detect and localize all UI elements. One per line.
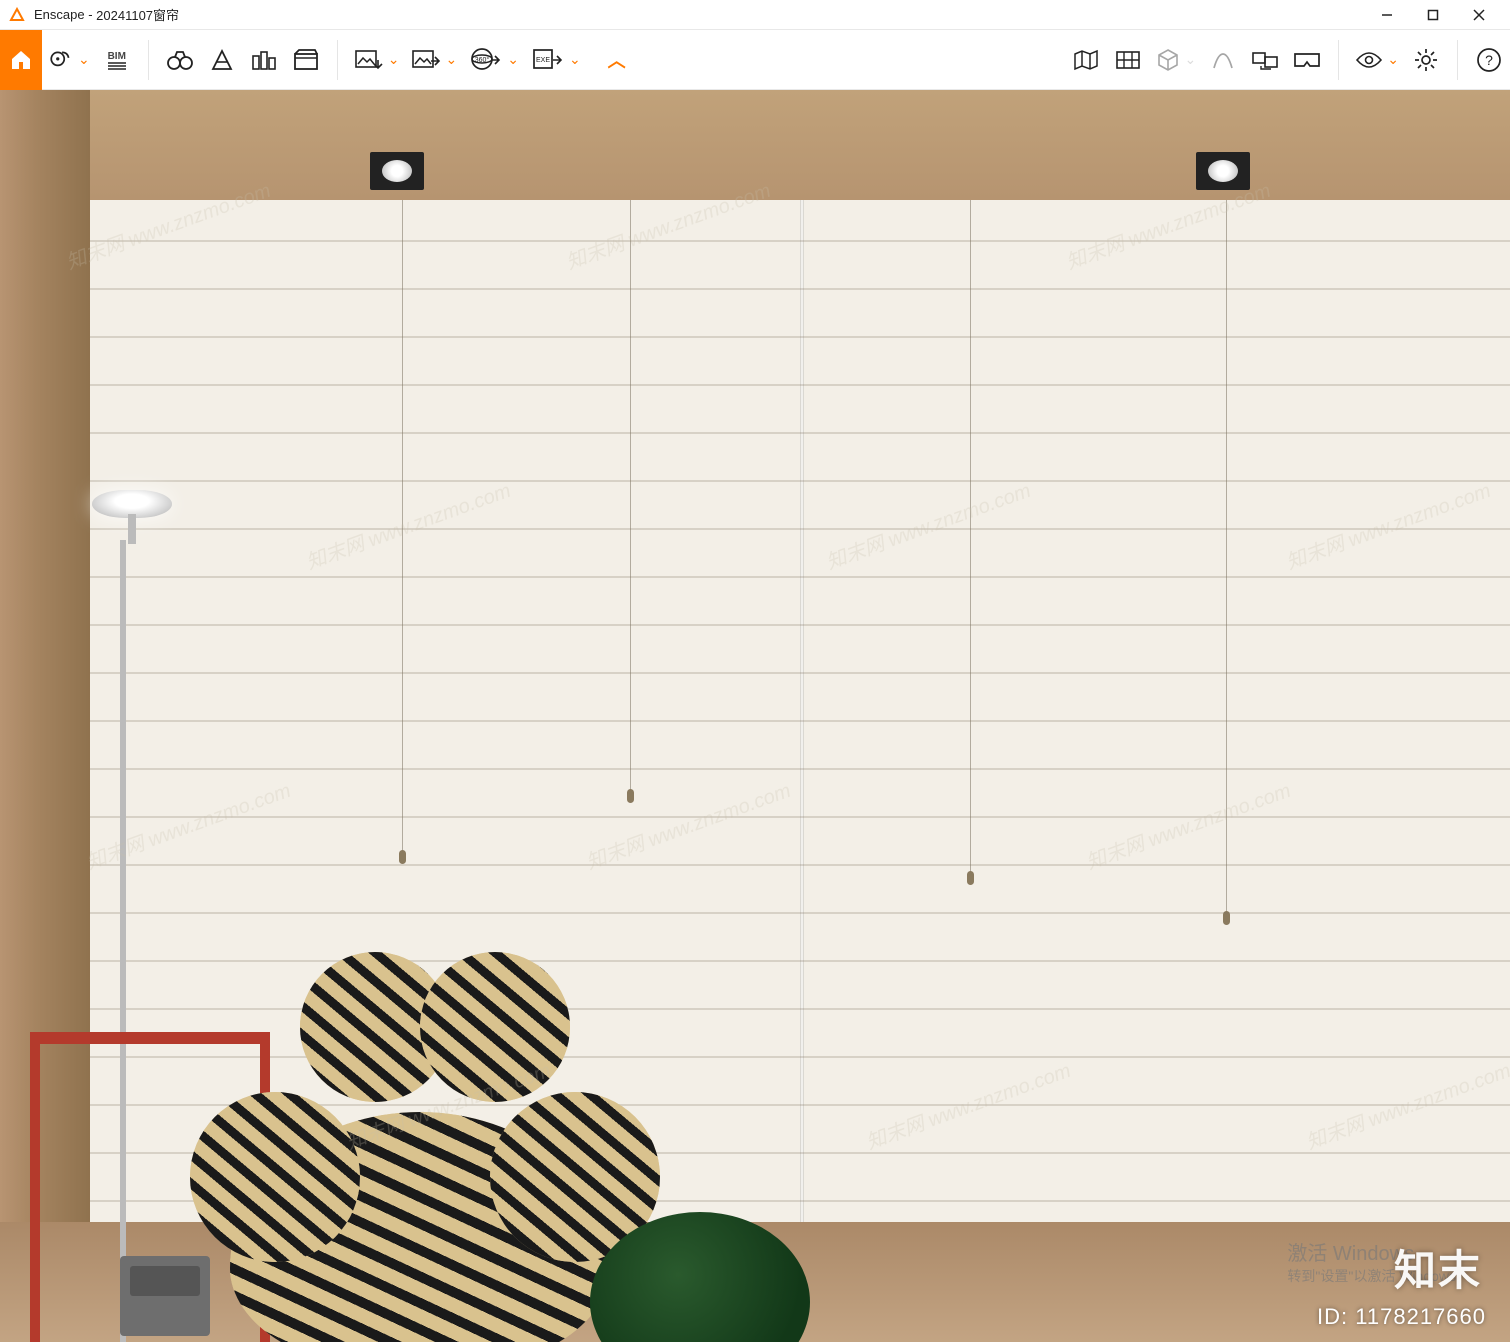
video-path-button[interactable] [285, 30, 327, 90]
app-window: Enscape - 20241107窗帘 ⌄ BIM [0, 0, 1510, 1342]
chevron-up-icon: ︿ [608, 47, 626, 73]
svg-text:360°: 360° [475, 56, 490, 64]
chevron-down-icon: ⌄ [388, 51, 400, 68]
binoculars-button[interactable] [159, 30, 201, 90]
settings-button[interactable] [1405, 30, 1447, 90]
title-doc: 20241107窗帘 [96, 5, 179, 24]
brand-watermark: 知末 [1394, 1237, 1482, 1298]
window-maximize-button[interactable] [1410, 0, 1456, 30]
scene-ceiling-light [1196, 152, 1250, 190]
scene-striped-armchair [190, 922, 660, 1342]
site-context-button[interactable] [243, 30, 285, 90]
exe-export-button[interactable]: EXE ⌄ [525, 30, 587, 90]
toolbar: ⌄ BIM ⌄ [0, 30, 1510, 90]
help-button[interactable]: ? [1468, 30, 1510, 90]
perspective-button[interactable] [201, 30, 243, 90]
render-mode-button[interactable]: ⌄ [1149, 30, 1203, 90]
titlebar: Enscape - 20241107窗帘 [0, 0, 1510, 30]
collapse-toggle[interactable]: ︿ [587, 30, 647, 90]
rendered-scene: 知末网 www.znzmo.com 知末网 www.znzmo.com 知末网 … [0, 90, 1510, 1342]
scene-floor-lamp [70, 480, 170, 1342]
minimap-button[interactable] [1065, 30, 1107, 90]
chevron-down-icon: ⌄ [1387, 51, 1399, 68]
chevron-down-icon: ⌄ [569, 51, 581, 68]
window-minimize-button[interactable] [1364, 0, 1410, 30]
sync-views-button[interactable] [1244, 30, 1286, 90]
svg-text:?: ? [1485, 52, 1493, 68]
scene-ceiling-light [370, 152, 424, 190]
asset-library-button[interactable] [1107, 30, 1149, 90]
panorama-button[interactable]: 360° ⌄ [463, 30, 525, 90]
walk-path-button[interactable] [1202, 30, 1244, 90]
scene-ceiling [0, 90, 1510, 200]
asset-id-label: ID: 1178217660 [1317, 1304, 1486, 1330]
chevron-down-icon: ⌄ [1185, 51, 1197, 68]
chevron-down-icon: ⌄ [507, 51, 519, 68]
chevron-down-icon: ⌄ [78, 51, 90, 68]
window-close-button[interactable] [1456, 0, 1502, 30]
manage-views-button[interactable]: ⌄ [42, 30, 96, 90]
visual-settings-button[interactable]: ⌄ [1349, 30, 1405, 90]
title-app: Enscape [34, 7, 85, 22]
svg-text:EXE: EXE [536, 57, 550, 64]
bim-label: BIM [108, 51, 126, 62]
chevron-down-icon: ⌄ [445, 51, 457, 68]
bim-menu-button[interactable]: BIM [96, 30, 138, 90]
home-button[interactable] [0, 30, 42, 90]
title-sep: - [85, 7, 97, 22]
render-viewport[interactable]: 知末网 www.znzmo.com 知末网 www.znzmo.com 知末网 … [0, 90, 1510, 1342]
vr-button[interactable] [1286, 30, 1328, 90]
batch-render-button[interactable]: ⌄ [405, 30, 463, 90]
screenshot-button[interactable]: ⌄ [348, 30, 406, 90]
enscape-app-icon [8, 6, 26, 24]
